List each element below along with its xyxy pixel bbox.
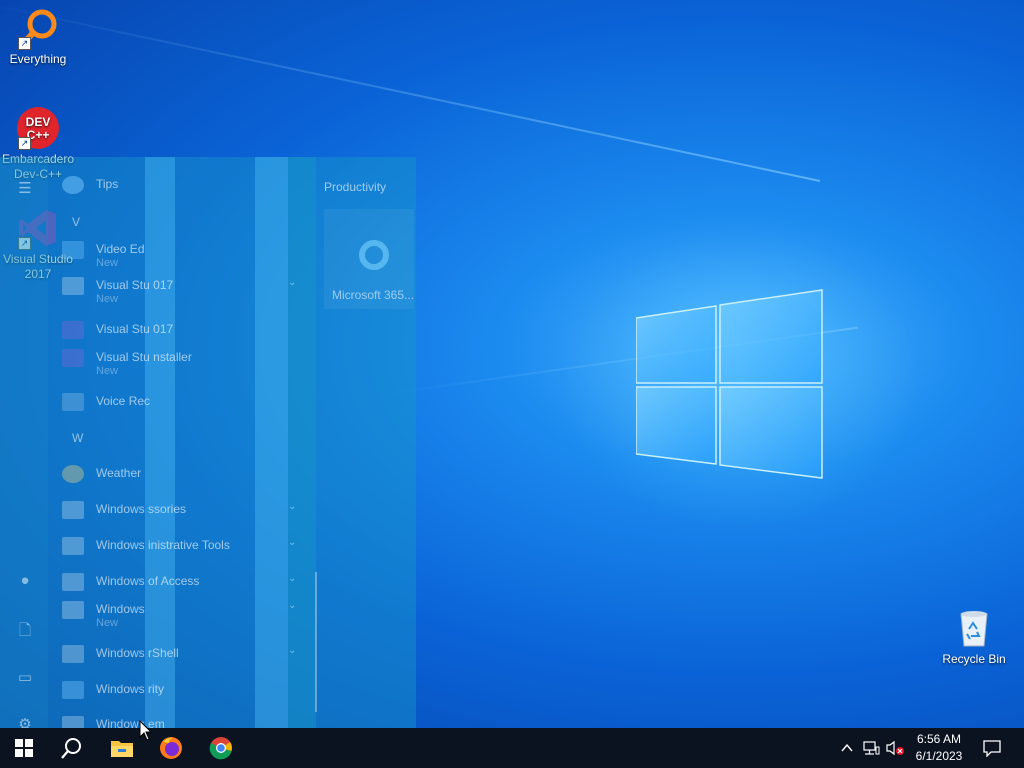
microphone-icon [62, 393, 84, 411]
firefox-button[interactable] [147, 728, 195, 768]
windows-logo [635, 288, 824, 480]
chrome-icon [209, 737, 232, 760]
svg-text:DEV: DEV [26, 115, 51, 129]
clock[interactable]: 6:56 AM 6/1/2023 [906, 731, 972, 765]
app-list-letter-header[interactable]: V [72, 215, 80, 229]
desktop-icon-label: Everything [9, 52, 67, 66]
search-icon [61, 738, 81, 759]
app-list-item[interactable]: Voice Rec [62, 393, 150, 411]
app-list-folder[interactable]: Windows of Access [62, 573, 199, 591]
clock-date: 6/1/2023 [915, 749, 963, 763]
video-editor-icon [62, 241, 84, 259]
app-list-folder[interactable]: Windows New [62, 601, 145, 629]
app-list-folder[interactable]: Windows inistrative Tools [62, 537, 230, 555]
user-account-icon[interactable]: ● [16, 572, 34, 590]
start-menu-scrollbar[interactable] [315, 572, 317, 712]
windows-start-icon [15, 739, 33, 757]
start-menu: ☰ ● 🗋 ▭ ⚙ Tips V Video Ed New Visual Stu… [0, 157, 416, 734]
chrome-button[interactable] [197, 728, 245, 768]
recycle-bin-icon [952, 606, 996, 650]
folder-icon [62, 573, 84, 591]
chevron-down-icon[interactable]: ⌄ [288, 537, 296, 548]
chevron-down-icon[interactable]: ⌄ [288, 573, 296, 584]
pictures-icon[interactable]: ▭ [16, 668, 34, 686]
folder-icon [62, 601, 84, 619]
search-button[interactable] [48, 728, 96, 768]
network-icon [863, 741, 880, 755]
documents-icon[interactable]: 🗋 [16, 620, 34, 639]
folder-icon [62, 501, 84, 519]
visual-studio-icon [62, 321, 84, 339]
file-explorer-icon [111, 741, 133, 757]
app-list-item[interactable]: Video Ed New [62, 241, 145, 269]
visual-studio-installer-icon [62, 349, 84, 367]
desktop-icon-label: Recycle Bin [942, 652, 1006, 666]
shortcut-arrow-icon: ↗ [18, 137, 31, 150]
app-list-folder[interactable]: Windows rShell [62, 645, 179, 663]
firefox-icon [160, 737, 182, 759]
chevron-up-icon [841, 744, 853, 752]
shield-icon [62, 681, 84, 699]
app-list-letter-header[interactable]: W [72, 431, 83, 445]
microsoft-365-icon [359, 240, 389, 270]
app-list-item[interactable]: Visual Stu 017 [62, 321, 173, 339]
chevron-down-icon[interactable]: ⌄ [288, 645, 296, 656]
volume-muted-icon [886, 740, 904, 756]
notification-icon [983, 739, 1001, 757]
devcpp-icon: DEV C++ ↗ [16, 106, 60, 150]
chevron-down-icon[interactable]: ⌄ [288, 501, 296, 512]
start-button[interactable] [0, 728, 48, 768]
network-button[interactable] [860, 728, 882, 768]
show-hidden-icons-button[interactable] [838, 728, 856, 768]
action-center-button[interactable] [978, 728, 1006, 768]
desktop-icon-everything[interactable]: ↗ Everything [0, 6, 78, 67]
tiles-group-header[interactable]: Productivity [324, 180, 386, 194]
folder-icon [62, 537, 84, 555]
folder-icon [62, 277, 84, 295]
desktop-icon-recycle-bin[interactable]: Recycle Bin [934, 606, 1014, 667]
weather-icon [62, 465, 84, 483]
app-list-item[interactable]: Windows rity [62, 681, 164, 699]
app-list-folder[interactable]: Visual Stu 017 New [62, 277, 173, 305]
chevron-down-icon[interactable]: ⌄ [288, 277, 296, 288]
app-list-item[interactable]: Weather [62, 465, 141, 483]
app-list-item[interactable]: Tips [62, 176, 118, 194]
app-list-folder[interactable]: Windows ssories [62, 501, 186, 519]
start-menu-fade-strip [255, 157, 288, 728]
mouse-cursor-icon [139, 720, 153, 741]
shortcut-arrow-icon: ↗ [18, 37, 31, 50]
taskbar: 6:56 AM 6/1/2023 [0, 728, 1024, 768]
app-list-item[interactable]: Visual Stu nstaller New [62, 349, 192, 377]
everything-icon: ↗ [16, 6, 60, 50]
hamburger-menu-icon[interactable]: ☰ [16, 179, 34, 197]
volume-button[interactable] [884, 728, 906, 768]
clock-time: 6:56 AM [916, 732, 962, 746]
light-beam [0, 1, 821, 182]
folder-icon [62, 645, 84, 663]
start-menu-rail [0, 157, 48, 728]
start-menu-fade-strip [145, 157, 175, 728]
tips-icon [62, 176, 84, 194]
tile-label: Microsoft 365... [332, 288, 415, 302]
chevron-down-icon[interactable]: ⌄ [288, 600, 296, 611]
